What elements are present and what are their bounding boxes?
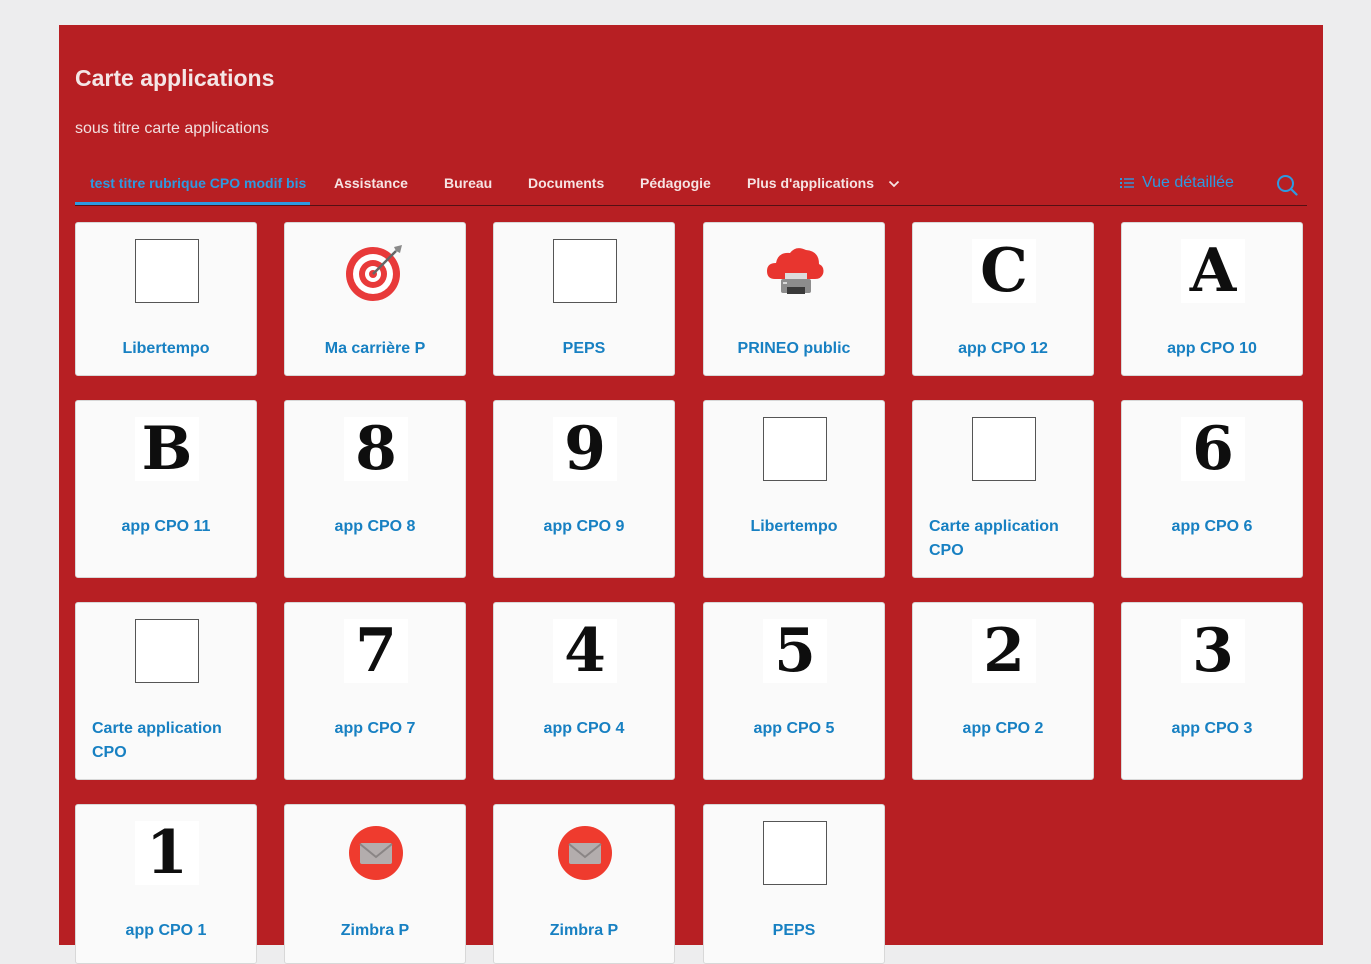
app-tile[interactable]: PEPS [703, 804, 885, 964]
app-tile-label: Ma carrière P [324, 340, 426, 357]
app-tile-label: app CPO 4 [543, 720, 625, 737]
app-tile-label: app CPO 9 [543, 518, 625, 535]
app-tile-label: app CPO 1 [125, 922, 207, 939]
app-tile-label: app CPO 2 [962, 720, 1044, 737]
active-tab-indicator [75, 202, 310, 205]
app-tile[interactable]: Zimbra P [493, 804, 675, 964]
cloud-printer-icon [763, 239, 827, 303]
app-letter-icon: 7 [344, 619, 408, 683]
app-letter-glyph: 1 [146, 818, 188, 888]
app-letter-glyph: A [1189, 236, 1237, 306]
app-letter-glyph: C [980, 236, 1028, 306]
app-tile[interactable]: Aapp CPO 10 [1121, 222, 1303, 376]
app-tile[interactable]: 8 app CPO 8 [284, 400, 466, 578]
app-letter-glyph: 3 [1192, 616, 1234, 686]
tab-bureau[interactable]: Bureau [444, 175, 492, 191]
tab-plus-applications-label: Plus d'applications [747, 175, 875, 191]
app-letter-icon: 6 [1181, 417, 1245, 481]
mail-icon [344, 821, 408, 885]
app-tile[interactable]: 4 app CPO 4 [493, 602, 675, 780]
tab-plus-applications[interactable]: Plus d'applications [747, 175, 900, 191]
app-letter-icon: 1 [135, 821, 199, 885]
tab-pedagogie[interactable]: Pédagogie [640, 175, 711, 191]
app-tile-label: Libertempo [122, 340, 210, 357]
app-placeholder-icon [972, 417, 1036, 481]
app-tile-label: app CPO 12 [958, 340, 1048, 357]
tab-test-titre-rubrique[interactable]: test titre rubrique CPO modif bis [90, 175, 306, 191]
app-letter-icon: 4 [553, 619, 617, 683]
app-tile-label: app CPO 3 [1171, 720, 1253, 737]
app-tile[interactable]: Carte application CPO [912, 400, 1094, 578]
applications-card: Carte applications sous titre carte appl… [59, 25, 1323, 964]
detailed-view-button[interactable]: Vue détaillée [1120, 174, 1234, 192]
app-placeholder-icon [763, 821, 827, 885]
app-tile-label: app CPO 7 [334, 720, 416, 737]
app-letter-glyph: 2 [983, 616, 1025, 686]
app-letter-glyph: 6 [1192, 414, 1234, 484]
app-placeholder-icon [763, 417, 827, 481]
app-letter-icon: 8 [344, 417, 408, 481]
app-letter-icon: 2 [972, 619, 1036, 683]
app-tile[interactable]: Capp CPO 12 [912, 222, 1094, 376]
app-tile[interactable]: Zimbra P [284, 804, 466, 964]
app-tile[interactable]: Libertempo [75, 222, 257, 376]
target-icon [344, 239, 408, 303]
card-title: Carte applications [75, 65, 275, 91]
app-tile-label: app CPO 5 [753, 720, 835, 737]
chevron-down-icon [888, 181, 900, 188]
list-icon [1120, 177, 1134, 188]
app-tile-label: PEPS [562, 340, 606, 357]
card-subtitle: sous titre carte applications [75, 120, 269, 137]
app-tile-label: Libertempo [750, 518, 838, 535]
app-tile[interactable]: 3 app CPO 3 [1121, 602, 1303, 780]
app-letter-glyph: B [141, 414, 193, 484]
app-letter-glyph: 9 [564, 414, 606, 484]
app-tile[interactable]: Bapp CPO 11 [75, 400, 257, 578]
app-tile[interactable]: 6 app CPO 6 [1121, 400, 1303, 578]
app-placeholder-icon [553, 239, 617, 303]
app-letter-icon: 9 [553, 417, 617, 481]
app-tile-label: app CPO 10 [1167, 340, 1257, 357]
app-letter-icon: C [972, 239, 1036, 303]
app-tile[interactable]: PEPS [493, 222, 675, 376]
app-tile-label: Carte application CPO [929, 518, 1059, 559]
app-placeholder-icon [135, 619, 199, 683]
app-letter-glyph: 4 [564, 616, 606, 686]
app-tile-label: PEPS [772, 922, 816, 939]
app-tile[interactable]: Libertempo [703, 400, 885, 578]
app-tile[interactable]: Carte application CPO [75, 602, 257, 780]
app-tile-label: Zimbra P [340, 922, 410, 939]
app-tile-label: app CPO 8 [334, 518, 416, 535]
app-tile-label: app CPO 11 [121, 518, 211, 535]
app-letter-icon: 5 [763, 619, 827, 683]
app-tile[interactable]: Ma carrière P [284, 222, 466, 376]
app-letter-icon: A [1181, 239, 1245, 303]
app-tile-label: app CPO 6 [1171, 518, 1253, 535]
app-tile[interactable]: 9 app CPO 9 [493, 400, 675, 578]
app-tile[interactable]: 5 app CPO 5 [703, 602, 885, 780]
category-tabs: test titre rubrique CPO modif bis Assist… [75, 165, 1307, 206]
app-tile-label: PRINEO public [737, 340, 851, 357]
app-tile[interactable]: 1 app CPO 1 [75, 804, 257, 964]
app-letter-icon: B [135, 417, 199, 481]
app-letter-glyph: 5 [774, 616, 816, 686]
app-placeholder-icon [135, 239, 199, 303]
app-tile-label: Zimbra P [549, 922, 619, 939]
app-letter-icon: 3 [1181, 619, 1245, 683]
tab-documents[interactable]: Documents [528, 175, 604, 191]
search-icon[interactable] [1276, 174, 1298, 196]
app-letter-glyph: 8 [355, 414, 397, 484]
app-letter-glyph: 7 [355, 616, 397, 686]
app-tile[interactable]: PRINEO public [703, 222, 885, 376]
mail-icon [553, 821, 617, 885]
tab-assistance[interactable]: Assistance [334, 175, 408, 191]
app-tile-label: Carte application CPO [92, 720, 222, 761]
app-tile[interactable]: 2 app CPO 2 [912, 602, 1094, 780]
detailed-view-label: Vue détaillée [1142, 174, 1234, 191]
app-tile[interactable]: 7 app CPO 7 [284, 602, 466, 780]
